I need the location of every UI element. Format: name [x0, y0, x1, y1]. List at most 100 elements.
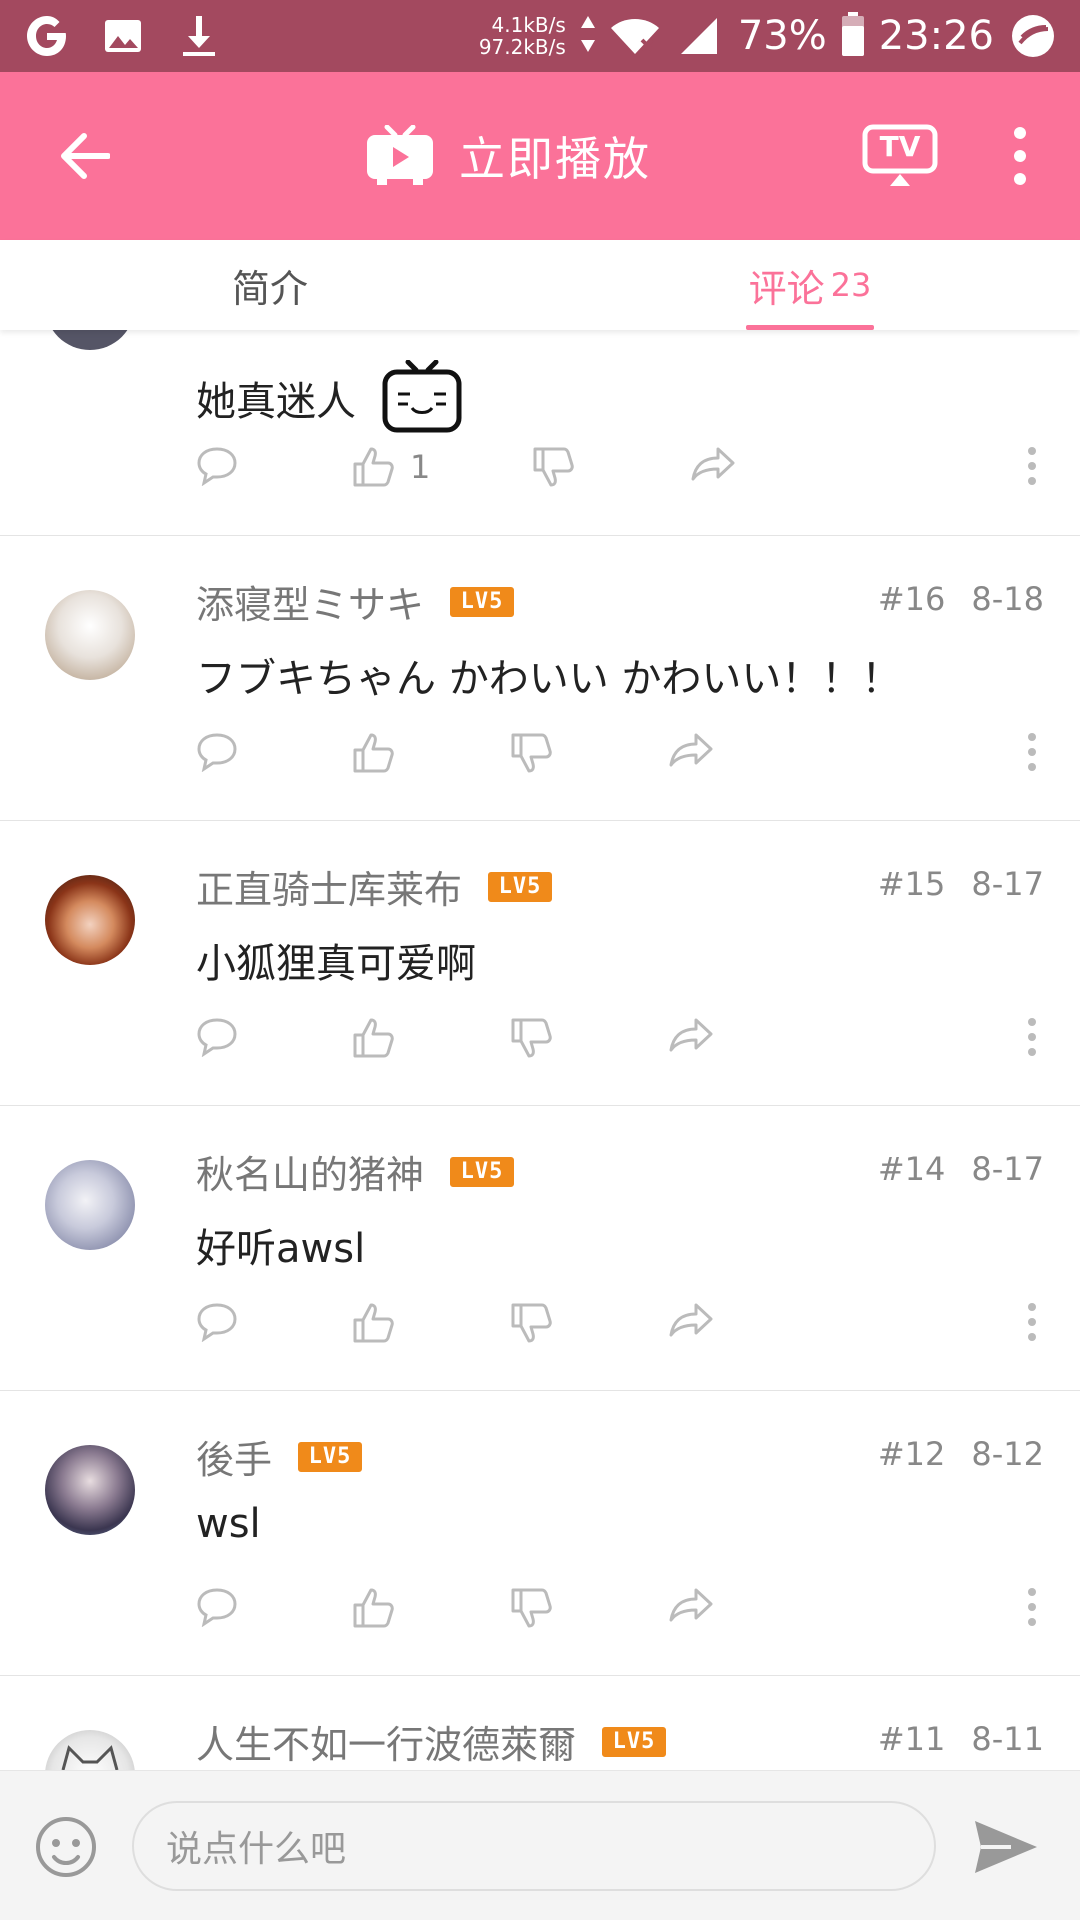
dislike-icon: [533, 447, 574, 487]
comment-actions: [196, 1302, 1044, 1352]
floor-number: #12: [877, 1435, 946, 1473]
avatar[interactable]: [45, 875, 135, 965]
play-now-button[interactable]: 立即播放: [365, 123, 651, 189]
share-button[interactable]: [668, 1587, 714, 1623]
comment-item: 她真迷人 1: [0, 330, 1080, 536]
reply-button[interactable]: [196, 1587, 238, 1627]
avatar[interactable]: [45, 1730, 135, 1770]
dislike-icon: [511, 733, 552, 773]
reply-icon: [197, 1588, 237, 1627]
like-button[interactable]: [352, 732, 396, 774]
like-icon: [353, 1018, 394, 1058]
download-icon: [174, 11, 224, 61]
send-button[interactable]: [972, 1817, 1040, 1877]
reply-button[interactable]: [196, 446, 238, 486]
net-up: 4.1kB/s: [491, 13, 566, 37]
share-button[interactable]: [668, 1017, 714, 1053]
comment-text: wsl: [196, 1501, 261, 1547]
clock: 23:26: [878, 13, 994, 59]
avatar[interactable]: [45, 590, 135, 680]
level-badge: LV5: [602, 1726, 667, 1757]
page-title: 立即播放: [459, 132, 651, 186]
comment-more-button[interactable]: [1026, 446, 1038, 486]
dislike-button[interactable]: [510, 1302, 554, 1344]
like-icon: [353, 1303, 394, 1343]
wifi-icon: [610, 11, 660, 61]
comment-username[interactable]: 人生不如一行波德萊爾 LV5: [196, 1714, 667, 1769]
comment-input[interactable]: 说点什么吧: [132, 1801, 936, 1891]
avatar[interactable]: [45, 1160, 135, 1250]
comment-meta: #15 8-17: [878, 865, 1044, 903]
net-down: 97.2kB/s: [478, 35, 566, 59]
share-icon: [669, 1588, 713, 1622]
dislike-button[interactable]: [510, 732, 554, 774]
battery-icon: [841, 12, 865, 60]
comment-meta: #11 8-11: [878, 1720, 1044, 1758]
share-button[interactable]: [668, 1302, 714, 1338]
tv-label: TV: [879, 130, 921, 163]
comment-date: 8-17: [971, 865, 1044, 903]
reply-icon: [197, 1018, 237, 1057]
dislike-button[interactable]: [510, 1017, 554, 1059]
comment-meta: #14 8-17: [878, 1150, 1044, 1188]
arrow-left-icon: [61, 133, 110, 179]
avatar[interactable]: [45, 330, 135, 350]
tab-comments[interactable]: 评论 23: [540, 240, 1080, 330]
avatar[interactable]: [45, 1445, 135, 1535]
dislike-button[interactable]: [510, 1587, 554, 1629]
like-button[interactable]: 1: [352, 446, 430, 488]
comment-item: 添寝型ミサキ LV5 #16 8-18 フブキちゃん かわいい かわいい！！！: [0, 536, 1080, 821]
comment-actions: [196, 1587, 1044, 1637]
like-button[interactable]: [352, 1017, 396, 1059]
tv-emote-icon: [382, 360, 462, 433]
comment-text-content: wsl: [196, 1501, 261, 1547]
comment-username[interactable]: 秋名山的猪神 LV5: [196, 1144, 515, 1199]
level-badge: LV5: [488, 871, 553, 902]
back-button[interactable]: [50, 121, 120, 191]
comment-more-button[interactable]: [1026, 1017, 1038, 1057]
comment-username[interactable]: 後手 LV5: [196, 1429, 363, 1484]
comment-text: 小狐狸真可爱啊: [196, 931, 476, 989]
status-bar: 4.1kB/s 97.2kB/s 73% 23:26: [0, 0, 1080, 72]
share-button[interactable]: [690, 446, 736, 482]
reply-button[interactable]: [196, 732, 238, 772]
comment-item: 後手 LV5 #12 8-12 wsl: [0, 1391, 1080, 1676]
cat-avatar-icon: [61, 1745, 119, 1770]
comment-more-button[interactable]: [1026, 732, 1038, 772]
share-button[interactable]: [668, 732, 714, 768]
comment-more-button[interactable]: [1026, 1587, 1038, 1627]
comment-text-content: フブキちゃん かわいい かわいい！！！: [196, 656, 902, 702]
comment-username[interactable]: 正直骑士库莱布 LV5: [196, 859, 553, 914]
more-vertical-icon: [1028, 1588, 1036, 1626]
comment-text: 她真迷人: [196, 360, 462, 436]
like-icon: [353, 733, 394, 773]
tab-intro[interactable]: 简介: [0, 240, 540, 330]
image-icon: [98, 11, 148, 61]
comment-more-button[interactable]: [1026, 1302, 1038, 1342]
like-button[interactable]: [352, 1587, 396, 1629]
emoji-button[interactable]: [34, 1815, 98, 1879]
tab-bar: 简介 评论 23: [0, 240, 1080, 330]
reply-button[interactable]: [196, 1302, 238, 1342]
reply-button[interactable]: [196, 1017, 238, 1057]
comment-username[interactable]: 添寝型ミサキ LV5: [196, 574, 515, 629]
cast-tv-button[interactable]: TV: [862, 124, 938, 188]
comment-actions: [196, 732, 1044, 782]
comment-text: 好听awsl: [196, 1216, 365, 1274]
comment-text-content: 小狐狸真可爱啊: [196, 941, 476, 987]
comment-list[interactable]: 她真迷人 1 添寝型ミサキ LV5 #16 8-18 フブキちゃん かわいい か…: [0, 330, 1080, 1770]
send-icon: [975, 1821, 1037, 1873]
comment-item: 人生不如一行波德萊爾 LV5 #11 8-11: [0, 1676, 1080, 1770]
floor-number: #15: [877, 865, 946, 903]
share-icon: [669, 1303, 713, 1337]
battery-percent: 73%: [737, 13, 827, 59]
dislike-icon: [511, 1588, 552, 1628]
overflow-menu-button[interactable]: [1000, 121, 1040, 191]
tv-play-icon: [367, 125, 433, 185]
reply-icon: [197, 447, 237, 486]
like-button[interactable]: [352, 1302, 396, 1344]
comment-text: フブキちゃん かわいい かわいい！！！: [196, 646, 901, 704]
like-icon: [353, 447, 394, 487]
more-vertical-icon: [1028, 1018, 1036, 1056]
dislike-button[interactable]: [532, 446, 576, 488]
